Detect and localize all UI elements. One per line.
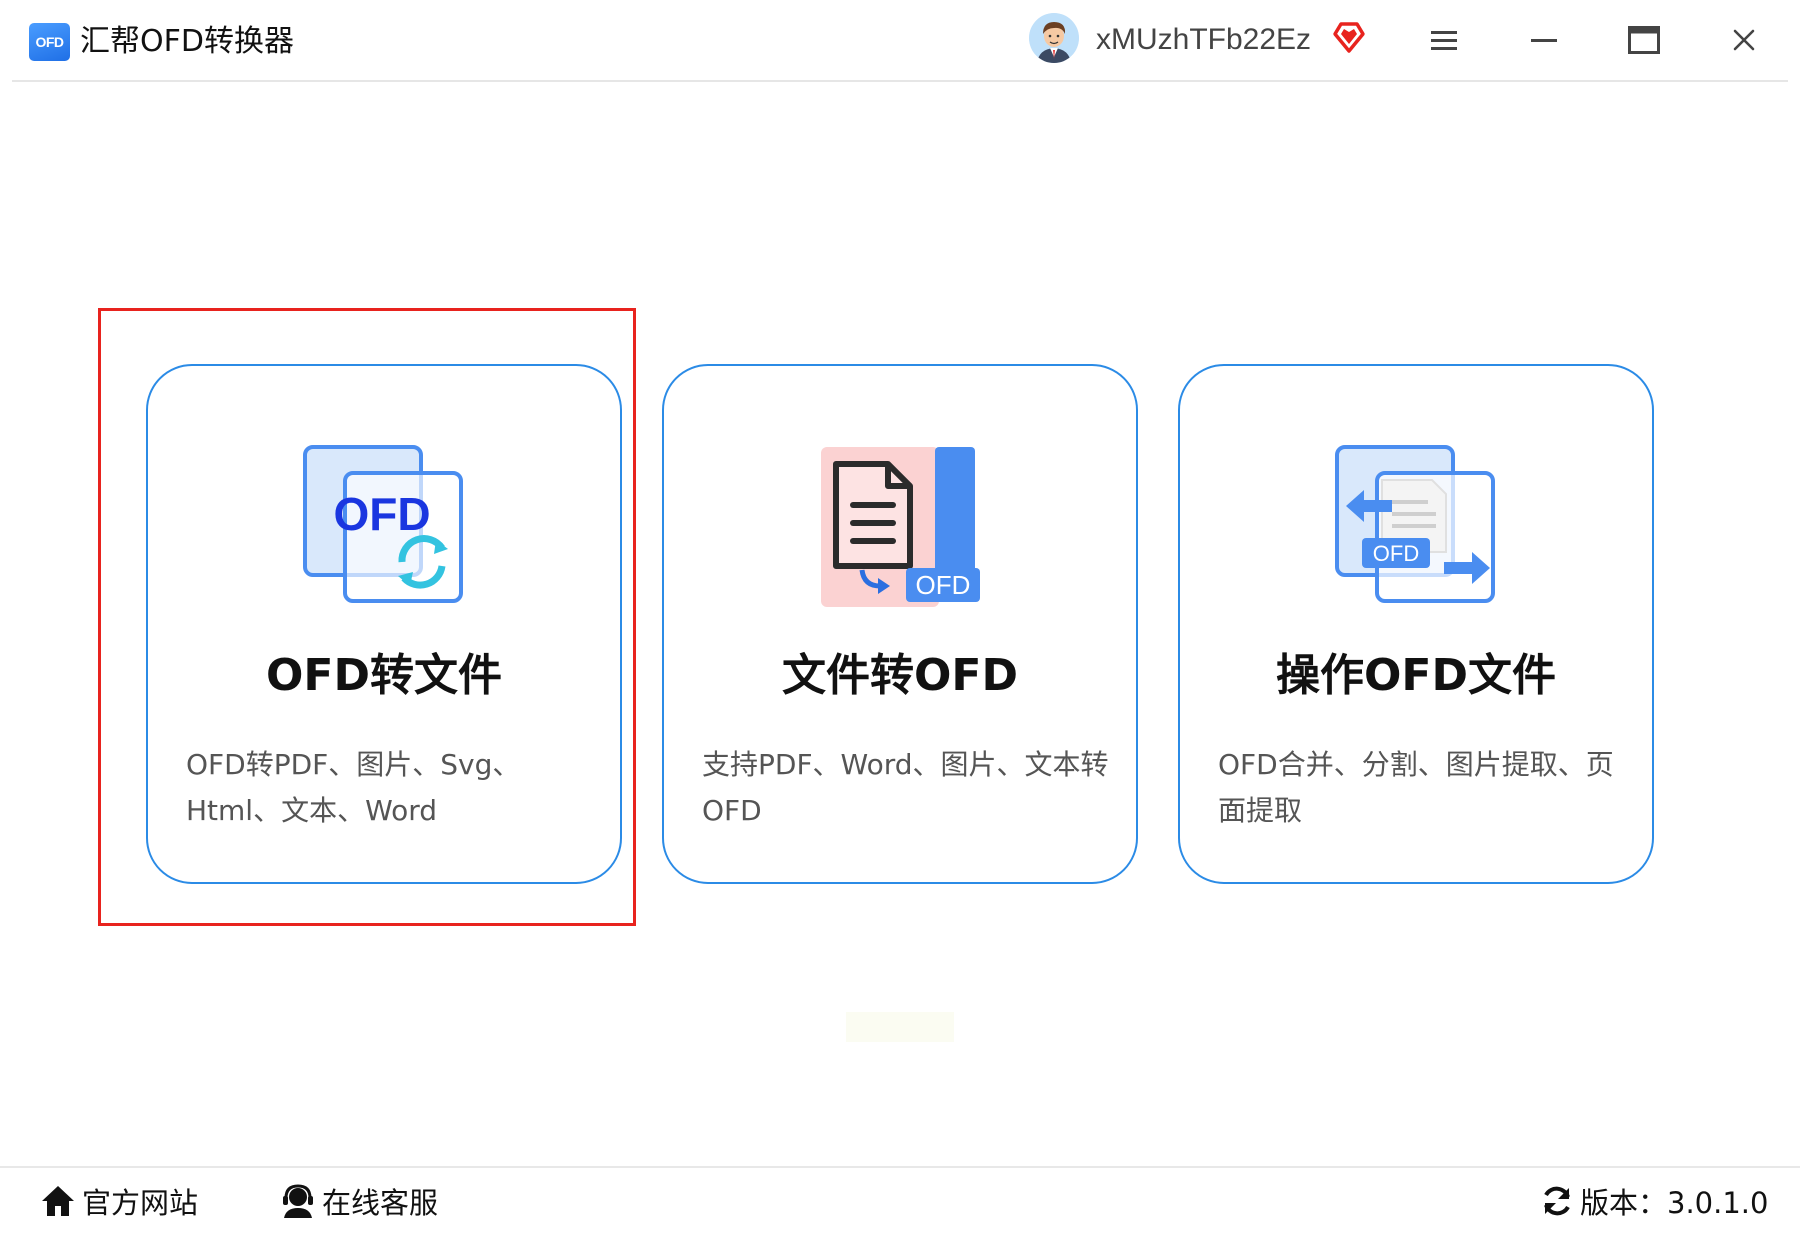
username[interactable]: xMUzhTFb22Ez	[1096, 20, 1311, 60]
card-title: 文件转OFD	[782, 650, 1018, 701]
ofd-icon-text: OFD	[916, 570, 971, 600]
app-logo: OFD	[29, 23, 70, 61]
online-service-link[interactable]: 在线客服	[280, 1180, 438, 1222]
card-description: OFD合并、分割、图片提取、页面提取	[1218, 748, 1614, 827]
card-title: 操作OFD文件	[1276, 650, 1556, 701]
ofd-icon-text: OFD	[333, 488, 430, 540]
user-avatar[interactable]	[1029, 13, 1079, 63]
menu-button[interactable]	[1422, 18, 1466, 62]
faint-placeholder	[846, 1012, 954, 1042]
close-icon	[1733, 29, 1755, 51]
maximize-icon	[1628, 26, 1660, 54]
headset-user-icon	[283, 1184, 313, 1218]
minimize-icon	[1531, 39, 1557, 42]
avatar-icon	[1029, 13, 1079, 63]
home-icon	[42, 1186, 74, 1216]
refresh-icon	[1544, 1186, 1570, 1216]
app-logo-text: OFD	[35, 34, 64, 50]
card-ofd-to-file[interactable]: OFD OFD转文件 OFD转PDF、图片、Svg、Html、文本、Word	[146, 364, 622, 884]
version-label: 版本：3.0.1.0	[1580, 1186, 1769, 1220]
official-website-link[interactable]: 官方网站	[40, 1180, 198, 1222]
online-service-label: 在线客服	[322, 1186, 439, 1220]
ofd-icon-text: OFD	[1373, 541, 1419, 566]
minimize-button[interactable]	[1522, 18, 1566, 62]
hamburger-menu-icon	[1431, 31, 1457, 50]
ofd-operate-icon: OFD	[1334, 444, 1504, 614]
title-bar: OFD 汇帮OFD转换器 xMUzhTFb22Ez	[0, 0, 1800, 82]
footer-divider	[0, 1166, 1800, 1168]
card-operate-ofd[interactable]: OFD 操作OFD文件 OFD合并、分割、图片提取、页面提取	[1178, 364, 1654, 884]
card-file-to-ofd[interactable]: OFD 文件转OFD 支持PDF、Word、图片、文本转OFD	[662, 364, 1138, 884]
card-description: OFD转PDF、图片、Svg、Html、文本、Word	[186, 748, 521, 827]
vip-diamond-icon[interactable]	[1332, 20, 1366, 54]
card-title: OFD转文件	[266, 650, 502, 701]
maximize-button[interactable]	[1622, 18, 1666, 62]
close-button[interactable]	[1722, 18, 1766, 62]
official-website-label: 官方网站	[82, 1186, 199, 1220]
app-title: 汇帮OFD转换器	[80, 24, 294, 59]
title-divider	[12, 80, 1788, 82]
card-description: 支持PDF、Word、图片、文本转OFD	[702, 748, 1109, 827]
document-to-ofd-icon: OFD	[818, 444, 988, 614]
version-info[interactable]: 版本：3.0.1.0	[1540, 1180, 1768, 1222]
ofd-convert-icon: OFD	[302, 444, 472, 614]
